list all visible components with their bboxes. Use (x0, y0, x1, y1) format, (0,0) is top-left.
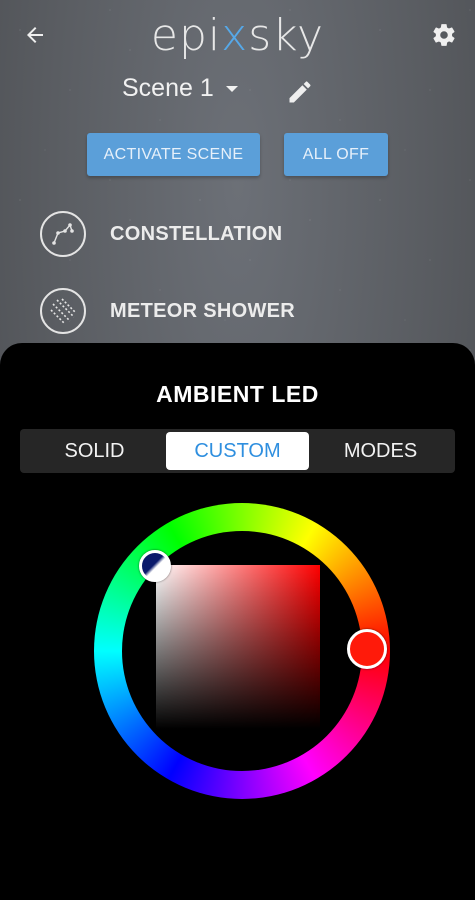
effect-label: CONSTELLATION (110, 222, 283, 245)
scene-row: Scene 1 (0, 72, 475, 112)
effect-label: METEOR SHOWER (110, 299, 296, 322)
chevron-down-icon (225, 85, 238, 92)
tab-custom[interactable]: CUSTOM (166, 432, 309, 470)
saturation-value-handle[interactable] (139, 550, 171, 582)
mode-segmented-control: SOLID CUSTOM MODES (20, 429, 455, 473)
top-bar: epixsky (0, 0, 475, 70)
meteor-shower-icon (40, 288, 86, 334)
app-screen: epixsky Scene 1 ACTIVATE SCENE ALL OFF C… (0, 0, 475, 900)
tab-solid[interactable]: SOLID (23, 432, 166, 470)
scene-name: Scene 1 (122, 74, 214, 102)
constellation-icon (40, 211, 86, 257)
sheet-title: AMBIENT LED (156, 381, 319, 407)
saturation-value-square[interactable] (156, 565, 320, 729)
app-logo: epixsky (150, 10, 325, 61)
color-picker (94, 503, 390, 799)
pencil-icon (289, 81, 311, 103)
tab-modes[interactable]: MODES (309, 432, 452, 470)
hue-handle[interactable] (347, 629, 387, 669)
effect-item-constellation[interactable]: CONSTELLATION (40, 209, 282, 259)
ambient-led-sheet: AMBIENT LED SOLID CUSTOM MODES (0, 343, 475, 900)
all-off-button[interactable]: ALL OFF (284, 133, 388, 176)
edit-scene-button[interactable] (286, 78, 314, 106)
gear-icon (433, 24, 455, 46)
scene-dropdown[interactable]: Scene 1 (122, 74, 238, 103)
activate-scene-button[interactable]: ACTIVATE SCENE (87, 133, 260, 176)
settings-button[interactable] (427, 18, 461, 52)
effect-item-meteor-shower[interactable]: METEOR SHOWER (40, 286, 295, 336)
